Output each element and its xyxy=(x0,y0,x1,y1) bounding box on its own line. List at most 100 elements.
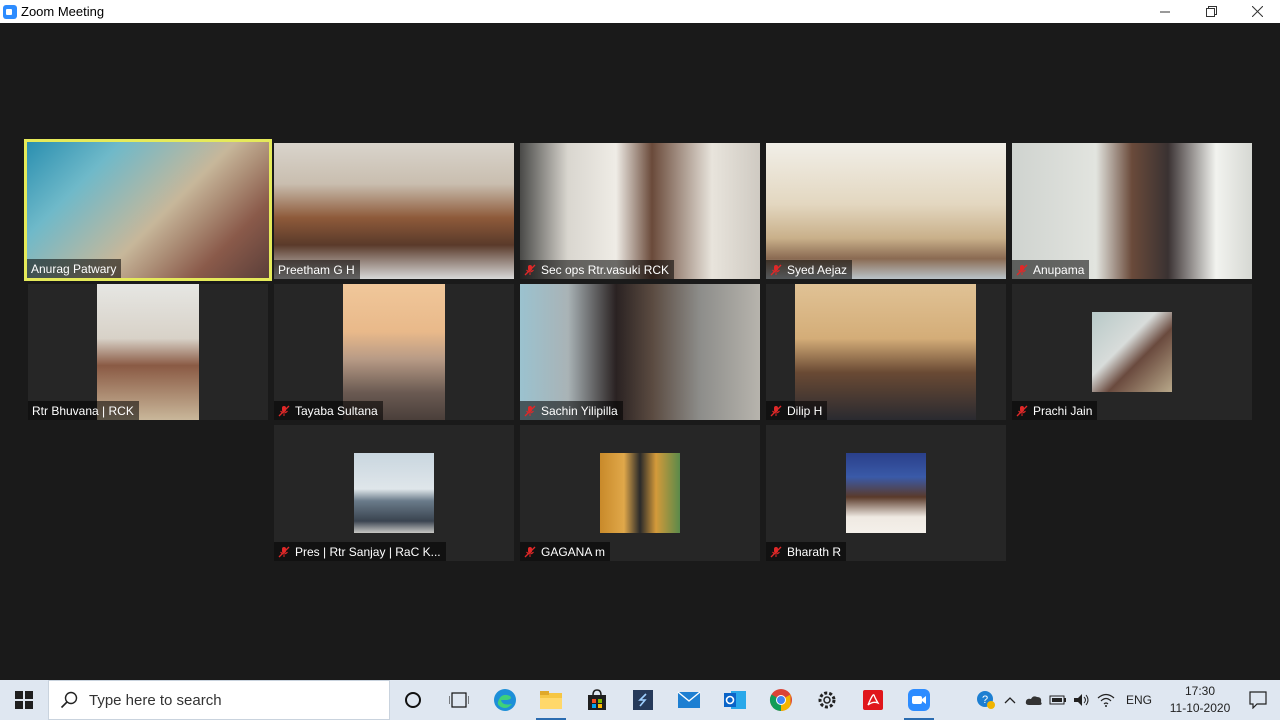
participant-tile-anupama[interactable]: Anupama xyxy=(1012,143,1252,279)
participant-name: Tayaba Sultana xyxy=(295,403,378,418)
help-button[interactable]: ? xyxy=(974,680,998,720)
window-title: Zoom Meeting xyxy=(21,4,105,19)
notification-icon xyxy=(1249,691,1267,709)
chevron-up-icon xyxy=(1004,697,1016,704)
cortana-button[interactable] xyxy=(390,680,436,720)
sticky-app-icon xyxy=(633,690,653,710)
settings-button[interactable] xyxy=(804,680,850,720)
zoom-button[interactable] xyxy=(896,680,942,720)
name-label: Anupama xyxy=(1012,260,1090,279)
video-feed xyxy=(795,284,976,420)
profile-picture xyxy=(600,453,680,533)
video-feed xyxy=(343,284,445,420)
cloud-icon xyxy=(1025,696,1042,705)
participant-tile-prachi[interactable]: Prachi Jain xyxy=(1012,284,1252,420)
participant-name: Prachi Jain xyxy=(1033,403,1093,418)
muted-mic-icon xyxy=(770,264,782,276)
name-label: Pres | Rtr Sanjay | RaC K... xyxy=(274,542,446,561)
video-feed xyxy=(1012,143,1252,279)
store-button[interactable] xyxy=(574,680,620,720)
store-icon xyxy=(588,689,606,710)
outlook-icon xyxy=(724,691,746,709)
video-feed xyxy=(97,284,199,420)
video-feed xyxy=(520,284,760,420)
acrobat-icon xyxy=(863,690,883,710)
onedrive-button[interactable] xyxy=(1022,680,1046,720)
zoom-app-icon xyxy=(3,4,17,19)
wifi-icon xyxy=(1097,693,1115,707)
mail-button[interactable] xyxy=(666,680,712,720)
participant-tile-gagana[interactable]: GAGANA m xyxy=(520,425,760,561)
muted-mic-icon xyxy=(278,405,290,417)
participant-tile-bharath[interactable]: Bharath R xyxy=(766,425,1006,561)
minimize-button[interactable] xyxy=(1142,0,1188,23)
zoom-icon xyxy=(908,689,930,711)
file-explorer-icon xyxy=(540,691,562,709)
participant-name: Rtr Bhuvana | RCK xyxy=(32,403,134,418)
name-label: Dilip H xyxy=(766,401,828,420)
taskbar-search-box[interactable]: Type here to search xyxy=(48,680,390,720)
muted-mic-icon xyxy=(524,405,536,417)
windows-taskbar: Type here to search ? ENG 17:30 11-10-20… xyxy=(0,680,1280,720)
show-hidden-icons-button[interactable] xyxy=(998,680,1022,720)
participant-tile-syed[interactable]: Syed Aejaz xyxy=(766,143,1006,279)
search-placeholder: Type here to search xyxy=(89,691,222,709)
name-label: GAGANA m xyxy=(520,542,611,561)
participant-tile-vasuki[interactable]: Sec ops Rtr.vasuki RCK xyxy=(520,143,760,279)
battery-button[interactable] xyxy=(1046,680,1070,720)
gallery-view: Anurag Patwary Preetham G H Sec ops Rtr.… xyxy=(0,23,1280,680)
input-language[interactable]: ENG xyxy=(1126,693,1152,707)
name-label: Tayaba Sultana xyxy=(274,401,383,420)
wifi-button[interactable] xyxy=(1094,680,1118,720)
start-button[interactable] xyxy=(0,680,48,720)
muted-mic-icon xyxy=(770,546,782,558)
search-icon xyxy=(49,691,89,709)
participant-tile-sanjay[interactable]: Pres | Rtr Sanjay | RaC K... xyxy=(274,425,514,561)
participant-name: Anurag Patwary xyxy=(31,261,117,276)
action-center-button[interactable] xyxy=(1236,691,1280,709)
clock-time: 17:30 xyxy=(1184,684,1216,698)
profile-picture xyxy=(1092,312,1172,392)
profile-picture xyxy=(354,453,434,533)
settings-icon xyxy=(818,691,836,709)
muted-mic-icon xyxy=(278,546,290,558)
name-label: Sachin Yilipilla xyxy=(520,401,623,420)
close-button[interactable] xyxy=(1234,0,1280,23)
participant-name: Syed Aejaz xyxy=(787,262,848,277)
participant-name: Bharath R xyxy=(787,544,842,559)
participant-tile-dilip[interactable]: Dilip H xyxy=(766,284,1006,420)
name-label: Syed Aejaz xyxy=(766,260,853,279)
edge-button[interactable] xyxy=(482,680,528,720)
task-view-button[interactable] xyxy=(436,680,482,720)
muted-mic-icon xyxy=(1016,264,1028,276)
participant-tile-sachin[interactable]: Sachin Yilipilla xyxy=(520,284,760,420)
acrobat-button[interactable] xyxy=(850,680,896,720)
sticky-app-button[interactable] xyxy=(620,680,666,720)
profile-picture xyxy=(846,453,926,533)
muted-mic-icon xyxy=(524,546,536,558)
file-explorer-button[interactable] xyxy=(528,680,574,720)
participant-name: Preetham G H xyxy=(278,262,355,277)
restore-button[interactable] xyxy=(1188,0,1234,23)
participant-name: Sec ops Rtr.vasuki RCK xyxy=(541,262,670,277)
participant-tile-bhuvana[interactable]: Rtr Bhuvana | RCK xyxy=(28,284,268,420)
chrome-button[interactable] xyxy=(758,680,804,720)
name-label: Prachi Jain xyxy=(1012,401,1098,420)
participant-tile-preetham[interactable]: Preetham G H xyxy=(274,143,514,279)
chrome-icon xyxy=(770,689,792,711)
name-label: Anurag Patwary xyxy=(27,259,122,278)
muted-mic-icon xyxy=(524,264,536,276)
muted-mic-icon xyxy=(1016,405,1028,417)
participant-tile-anurag[interactable]: Anurag Patwary xyxy=(24,139,272,281)
participant-tile-tayaba[interactable]: Tayaba Sultana xyxy=(274,284,514,420)
taskbar-clock[interactable]: 17:30 11-10-2020 xyxy=(1164,683,1236,717)
outlook-button[interactable] xyxy=(712,680,758,720)
volume-button[interactable] xyxy=(1070,680,1094,720)
edge-icon xyxy=(494,689,516,711)
video-feed xyxy=(274,143,514,279)
help-icon: ? xyxy=(976,691,995,709)
video-feed xyxy=(27,142,269,278)
clock-date: 11-10-2020 xyxy=(1169,701,1231,715)
participant-name: GAGANA m xyxy=(541,544,606,559)
name-label: Sec ops Rtr.vasuki RCK xyxy=(520,260,675,279)
